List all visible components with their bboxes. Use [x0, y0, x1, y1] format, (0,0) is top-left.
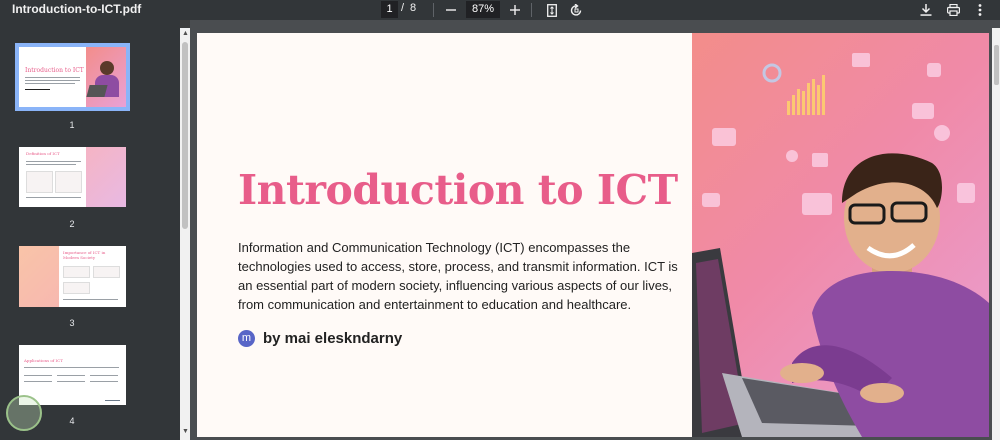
slide-body: Information and Communication Technology… [238, 238, 678, 314]
thumbnail-hero-image [19, 246, 59, 307]
thumbnail-text-line [24, 375, 52, 376]
body-line: technologies used to access, store, proc… [238, 259, 678, 274]
hero-illustration [692, 53, 989, 437]
viewer-scrollbar[interactable] [992, 28, 1000, 440]
minus-icon [446, 9, 456, 11]
thumbnail-text-line [63, 299, 118, 300]
page-thumbnail-2[interactable]: Definition of ICT [19, 147, 126, 207]
scroll-up-arrow[interactable]: ▲ [182, 30, 189, 38]
scroll-down-arrow[interactable]: ▼ [182, 428, 189, 436]
plus-icon [510, 5, 520, 15]
more-vert-icon [978, 4, 982, 16]
page-thumbnail-1[interactable]: Introduction to ICT [15, 43, 130, 111]
thumbnail-page-number: 1 [69, 120, 75, 130]
fit-page-icon [547, 3, 557, 17]
thumbnail-card [55, 171, 82, 193]
zoom-in-button[interactable] [505, 0, 525, 20]
thumbnail-text-line [90, 375, 118, 376]
page-thumbnail-4[interactable]: Applications of ICT [19, 345, 126, 405]
thumbnail-text-line [26, 197, 81, 198]
thumbnail-page-number: 2 [69, 219, 75, 229]
page-separator: / [401, 2, 405, 14]
body-line: an essential part of modern society, inf… [238, 278, 673, 293]
zoom-out-button[interactable] [441, 0, 461, 20]
thumbnail-card [63, 266, 90, 278]
thumbnail-page-number: 3 [69, 318, 75, 328]
more-options-button[interactable] [970, 0, 990, 20]
toolbar-divider [433, 3, 434, 17]
slide-title: Introduction to ICT [238, 166, 678, 214]
page-total: 8 [410, 2, 417, 14]
print-button[interactable] [943, 0, 963, 20]
pdf-page: Introduction to ICT Information and Comm… [197, 33, 989, 437]
thumbnail-card [93, 266, 120, 278]
thumbnail-text-line [24, 381, 52, 382]
thumbnail-author-line [25, 89, 50, 90]
page-number-input[interactable]: 1 [381, 1, 398, 18]
hero-image [692, 33, 989, 437]
thumbnail-footer-badge [105, 400, 120, 401]
toolbar-divider [531, 3, 532, 17]
fit-page-button[interactable] [542, 0, 562, 20]
avatar: m [238, 330, 255, 347]
thumbnail-text-line [25, 80, 80, 81]
thumbnail-text-line [26, 164, 76, 165]
thumbnail-page-number: 4 [69, 416, 75, 426]
thumbnail-text-line [90, 381, 118, 382]
thumbnail-text-line [25, 77, 80, 78]
rotate-icon [570, 3, 581, 16]
thumbnail-card [63, 282, 90, 294]
thumbnail-text-line [24, 367, 119, 368]
thumbnail-title: Applications of ICT [24, 358, 63, 363]
thumbnail-sidebar: Introduction to ICT 1 Definition of ICT … [0, 20, 180, 440]
download-button[interactable] [916, 0, 936, 20]
body-line: from communication and entertainment to … [238, 297, 632, 312]
author-name: by mai eleskndarny [263, 330, 403, 347]
sidebar-scroll-thumb[interactable] [182, 42, 188, 229]
print-icon [946, 4, 960, 16]
thumbnail-text-line [57, 381, 85, 382]
thumbnail-title: Introduction to ICT [25, 67, 84, 74]
thumbnail-card [26, 171, 53, 193]
thumbnail-title: Importance of ICT in Modern Society [63, 250, 106, 260]
thumbnail-title: Definition of ICT [26, 151, 60, 156]
thumbnail-hero-image [86, 47, 126, 107]
watermark-logo [6, 395, 42, 431]
zoom-level-input[interactable]: 87% [466, 1, 500, 18]
thumbnail-text-line [57, 375, 85, 376]
download-icon [920, 4, 932, 16]
thumbnail-text-line [26, 161, 81, 162]
body-line: Information and Communication Technology… [238, 240, 631, 255]
document-title: Introduction-to-ICT.pdf [12, 2, 142, 16]
pdf-toolbar: Introduction-to-ICT.pdf 1 / 8 87% [0, 0, 1000, 20]
thumbnail-hero-image [86, 147, 126, 207]
rotate-button[interactable] [566, 0, 586, 20]
viewer-scroll-thumb[interactable] [994, 45, 999, 85]
page-thumbnail-3[interactable]: Importance of ICT in Modern Society [19, 246, 126, 307]
thumbnail-text-line [25, 83, 75, 84]
